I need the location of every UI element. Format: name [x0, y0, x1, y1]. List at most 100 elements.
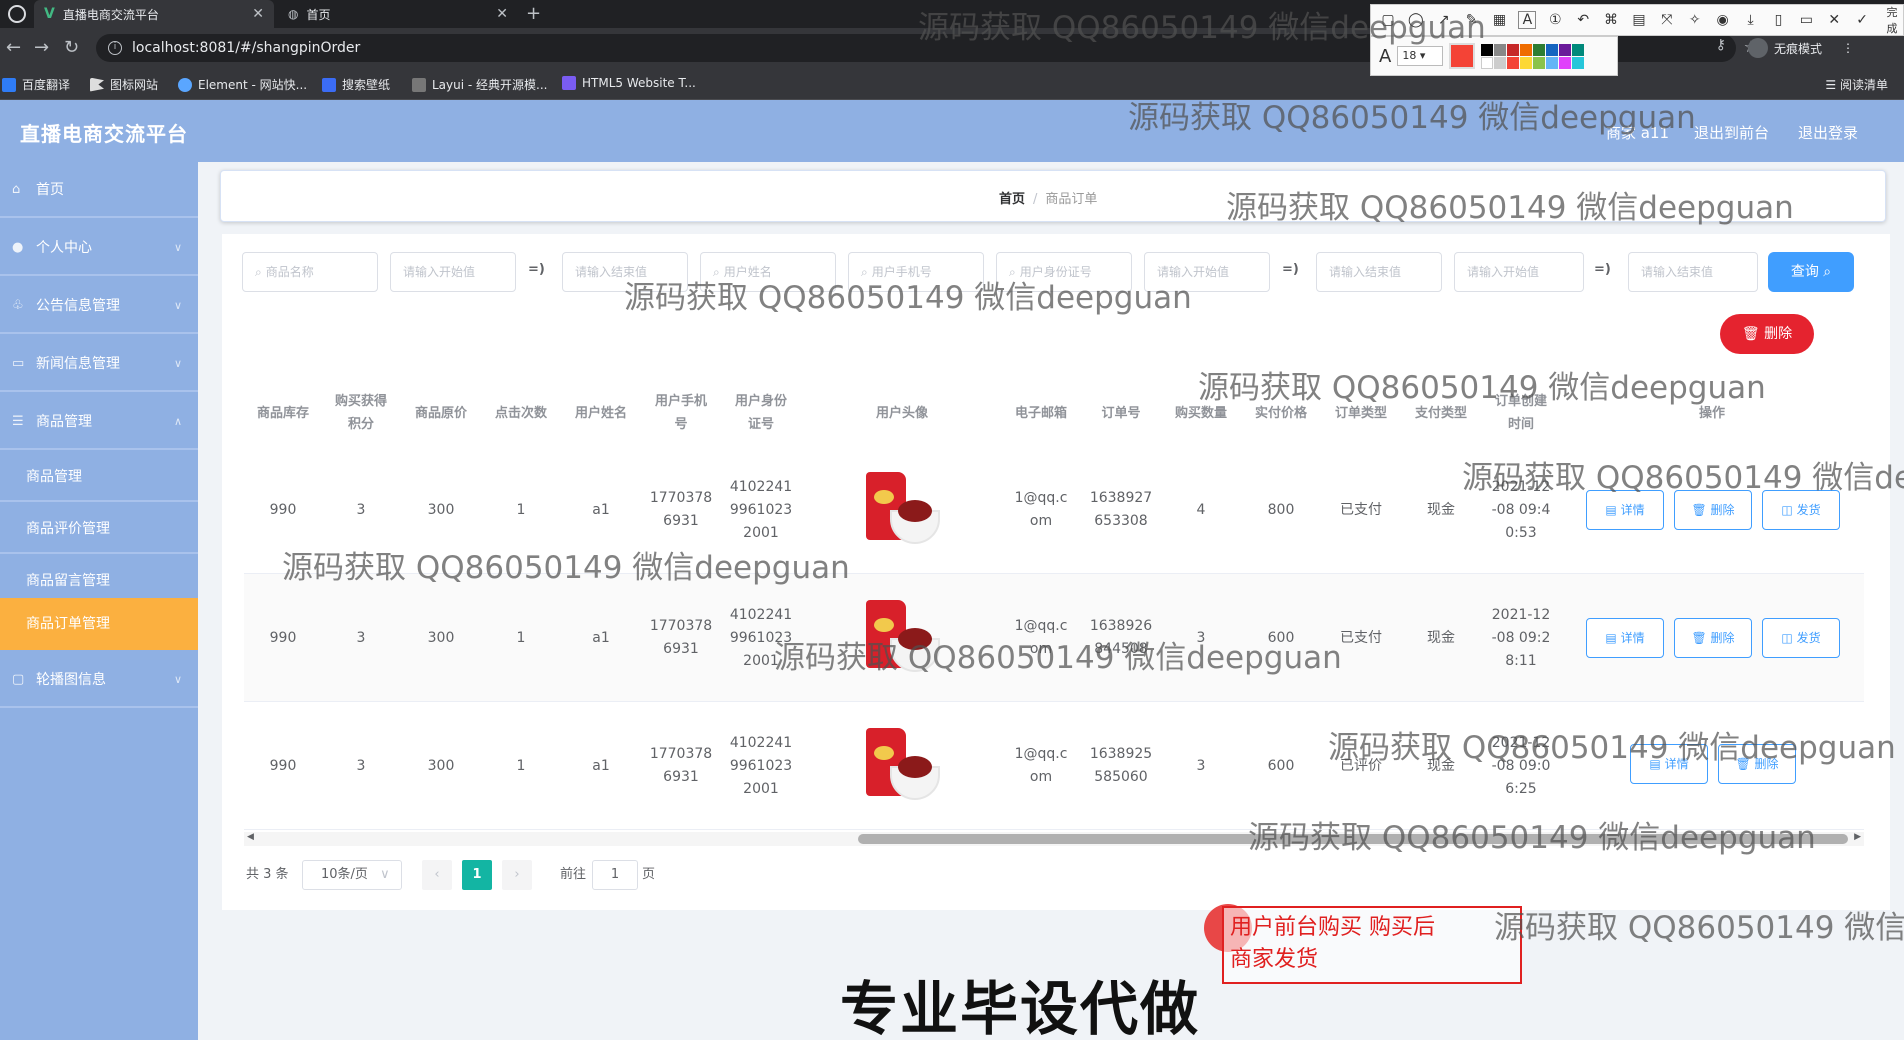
- table-cell-line: 1770378: [649, 618, 713, 634]
- scroll-left-icon[interactable]: ◀: [247, 832, 254, 842]
- next-page-button[interactable]: ›: [502, 860, 532, 890]
- phone-icon[interactable]: ▯: [1769, 12, 1787, 28]
- user-phone-input[interactable]: ⌕ 用户手机号: [848, 252, 984, 292]
- bookmark-item[interactable]: Layui - 经典开源模...: [412, 76, 547, 93]
- table-cell: 3: [356, 629, 366, 646]
- product-name-input[interactable]: ⌕ 商品名称: [242, 252, 378, 292]
- table-cell: 1770378 6931: [642, 615, 720, 661]
- sidebar-item-notice[interactable]: ♧ 公告信息管理 ∨: [0, 278, 198, 334]
- delete-label: 删除: [1710, 503, 1735, 517]
- query-button[interactable]: 查询 ⌕: [1768, 252, 1854, 292]
- text-tool-icon[interactable]: A: [1518, 11, 1537, 29]
- bookmark-item[interactable]: 搜索壁纸: [322, 76, 390, 93]
- chevron-up-icon: ∧: [173, 415, 182, 428]
- user-name-input[interactable]: ⌕ 用户姓名: [700, 252, 836, 292]
- magic-icon[interactable]: ✧: [1686, 12, 1704, 28]
- user-avatar-image[interactable]: [862, 594, 940, 680]
- delete-button[interactable]: 🗑 删除: [1718, 744, 1796, 784]
- done-icon[interactable]: ✓: [1853, 12, 1871, 28]
- logout-link[interactable]: 退出登录: [1798, 122, 1858, 143]
- close-icon[interactable]: ✕: [1825, 12, 1843, 28]
- to-frontend-link[interactable]: 退出到前台: [1694, 122, 1769, 143]
- table-row[interactable]: 990 3 300 1 a1 4 800 已支付 现金 1770378 6931 4102241 996…: [244, 446, 1864, 574]
- reading-list-icon: ☰: [1825, 78, 1840, 92]
- prev-page-button[interactable]: ‹: [422, 860, 452, 890]
- forward-icon[interactable]: →: [34, 37, 49, 58]
- reload-icon[interactable]: ↻: [64, 37, 79, 58]
- undo-icon[interactable]: ↶: [1574, 12, 1592, 28]
- incognito-indicator[interactable]: 无痕模式 ⋮: [1747, 38, 1854, 58]
- delete-button[interactable]: 🗑 删除: [1674, 618, 1752, 658]
- mosaic-tool-icon[interactable]: ▦: [1491, 12, 1509, 28]
- ocr-icon[interactable]: ▤: [1630, 12, 1648, 28]
- placeholder: 请输入开始值: [403, 265, 476, 279]
- ship-button[interactable]: ◫ 发货: [1762, 490, 1840, 530]
- user-avatar-image[interactable]: [862, 466, 940, 552]
- reading-list[interactable]: ☰ 阅读清单: [1825, 76, 1888, 93]
- range-start-input[interactable]: 请输入开始值: [390, 252, 516, 292]
- sidebar-subitem-goods[interactable]: 商品管理: [0, 452, 198, 502]
- goto-page-input[interactable]: 1: [592, 860, 638, 890]
- done-label[interactable]: 完成: [1881, 4, 1903, 36]
- sidebar-item-news[interactable]: ▭ 新闻信息管理 ∨: [0, 336, 198, 392]
- save-icon[interactable]: ⤓: [1742, 12, 1760, 28]
- pin-icon[interactable]: ⌘: [1602, 12, 1620, 28]
- password-key-icon[interactable]: ⚷: [1716, 37, 1726, 53]
- table-row[interactable]: 990 3 300 1 a1 3 600 已评价 现金 1770378 6931 4102241 996…: [244, 702, 1864, 830]
- bookmark-item[interactable]: Element - 网站快...: [178, 76, 307, 93]
- sidebar-item-carousel[interactable]: ▢ 轮播图信息 ∨: [0, 652, 198, 708]
- back-icon[interactable]: ←: [6, 37, 21, 58]
- font-size-select[interactable]: 18 ▾: [1397, 46, 1444, 66]
- record-icon[interactable]: ◉: [1714, 12, 1732, 28]
- sidebar-subitem-reviews[interactable]: 商品评价管理: [0, 504, 198, 554]
- sidebar-item-profile[interactable]: ● 个人中心 ∨: [0, 220, 198, 276]
- current-color-swatch[interactable]: [1449, 43, 1476, 69]
- delete-button[interactable]: 🗑 删除: [1674, 490, 1752, 530]
- site-info-icon[interactable]: i: [108, 41, 122, 55]
- user-avatar-image[interactable]: [862, 722, 940, 808]
- sidebar-item-goods[interactable]: ☰ 商品管理 ∧: [0, 394, 198, 450]
- page-size-select[interactable]: 10条/页 ∨: [302, 860, 402, 890]
- pen-tool-icon[interactable]: ✎: [1463, 12, 1481, 28]
- detail-button[interactable]: ▤ 详情: [1630, 744, 1708, 784]
- table-horizontal-scrollbar[interactable]: ◀ ▶: [244, 832, 1864, 846]
- bookmark-icon[interactable]: ▭: [1797, 12, 1815, 28]
- sidebar-subitem-orders[interactable]: 商品订单管理: [0, 598, 198, 650]
- table-row[interactable]: 990 3 300 1 a1 3 600 已支付 现金 1770378 6931 4102241 996…: [244, 574, 1864, 702]
- range-arrow: =): [1594, 262, 1611, 277]
- rect-tool-icon[interactable]: ▢: [1379, 12, 1397, 28]
- scrollbar-thumb[interactable]: [858, 834, 1848, 844]
- more-menu-icon[interactable]: ⋮: [1842, 41, 1854, 55]
- sidebar-item-home[interactable]: ⌂ 首页: [0, 162, 198, 218]
- close-tab-icon[interactable]: ✕: [496, 6, 508, 22]
- browser-tab-active[interactable]: V 直播电商交流平台 ✕: [34, 0, 274, 28]
- ship-button[interactable]: ◫ 发货: [1762, 618, 1840, 658]
- chrome-menu-icon[interactable]: [8, 5, 26, 23]
- number-tool-icon[interactable]: ①: [1546, 12, 1564, 28]
- ellipse-tool-icon[interactable]: ◯: [1407, 12, 1425, 28]
- scroll-right-icon[interactable]: ▶: [1854, 832, 1861, 842]
- new-tab-icon[interactable]: +: [526, 3, 541, 24]
- bookmark-item[interactable]: 图标网站: [90, 76, 158, 93]
- current-page[interactable]: 1: [462, 860, 492, 890]
- goto-label: 前往: [560, 867, 587, 882]
- detail-button[interactable]: ▤ 详情: [1586, 490, 1664, 530]
- range-end-input[interactable]: 请输入结束值: [1316, 252, 1442, 292]
- bookmark-item[interactable]: HTML5 Website T...: [562, 76, 696, 90]
- breadcrumb-home[interactable]: 首页: [999, 192, 1025, 207]
- range-end-input[interactable]: 请输入结束值: [562, 252, 688, 292]
- user-idcard-input[interactable]: ⌕ 用户身份证号: [996, 252, 1132, 292]
- close-tab-icon[interactable]: ✕: [252, 6, 264, 22]
- sidebar-subitem-label: 商品管理: [26, 469, 82, 485]
- bookmarks-bar: 百度翻译 图标网站 Element - 网站快... 搜索壁纸 Layui - …: [0, 68, 1904, 100]
- range-start-input[interactable]: 请输入开始值: [1144, 252, 1270, 292]
- range-start-input[interactable]: 请输入开始值: [1454, 252, 1584, 292]
- bookmark-item[interactable]: 百度翻译: [2, 76, 70, 93]
- scroll-capture-icon[interactable]: ⤧: [1658, 12, 1676, 28]
- color-palette[interactable]: [1481, 43, 1585, 69]
- arrow-tool-icon[interactable]: ↗: [1435, 12, 1453, 28]
- range-end-input[interactable]: 请输入结束值: [1628, 252, 1758, 292]
- batch-delete-button[interactable]: 🗑 删除: [1720, 314, 1814, 354]
- browser-tab-2[interactable]: ◍ 首页 ✕: [278, 0, 518, 28]
- detail-button[interactable]: ▤ 详情: [1586, 618, 1664, 658]
